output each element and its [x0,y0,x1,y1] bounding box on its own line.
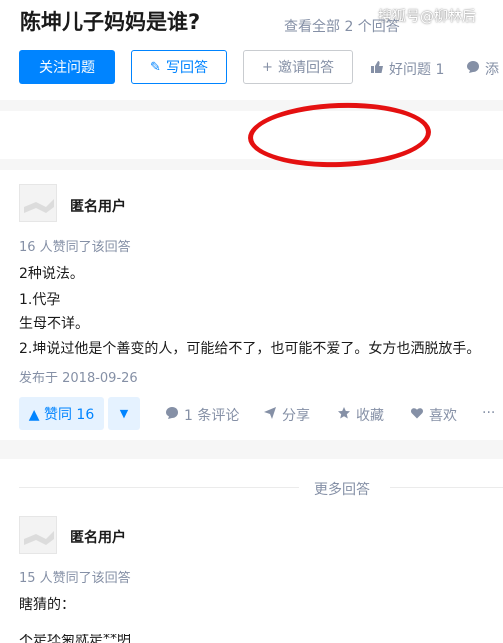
vote-count-text: 15 人赞同了该回答 [19,571,131,586]
more-answers-label: 更多回答 [314,482,370,498]
answer-text-line: 不是坯菊就是**明 [19,634,131,643]
divider [19,487,299,488]
share-label: 分享 [282,408,310,424]
vote-count-text: 16 人赞同了该回答 [19,240,131,255]
good-question-label: 好问题 1 [389,62,445,78]
upvote-button[interactable]: ▲ 赞同 16 [19,397,104,430]
write-answer-button[interactable]: ✎ 写回答 [131,50,227,84]
comment-question-button[interactable]: 添 [466,59,499,79]
question-header: 陈坤儿子妈妈是谁? 搜狐号@柳林后 关注问题 ✎ 写回答 + 邀请回答 好问题 … [0,0,503,100]
good-question-button[interactable]: 好问题 1 [370,59,444,79]
pencil-icon: ✎ [150,59,161,75]
star-icon [337,406,351,424]
heart-icon [410,406,424,424]
view-all-answers-link[interactable]: 查看全部 2 个回答 [284,16,400,36]
author-name[interactable]: 匿名用户 [70,196,126,216]
more-options-button[interactable]: ··· [482,405,495,421]
comment-icon [466,60,480,78]
like-label: 喜欢 [429,408,457,424]
avatar[interactable] [19,516,57,554]
divider [390,487,503,488]
thumbs-up-icon [370,60,384,78]
publish-date: 发布于 2018-09-26 [19,371,138,386]
follow-question-button[interactable]: 关注问题 [19,50,115,84]
answer-text-line: 2种说法。 [19,266,84,282]
comments-button[interactable]: 1 条评论 [165,405,239,425]
answer-text-line-partial: 不是坯菊就是**明 [19,634,159,643]
paper-plane-icon [263,406,277,424]
invite-answer-button[interactable]: + 邀请回答 [243,50,353,84]
answer-text-line: 瞎猜的： [19,597,75,613]
add-person-icon: + [262,59,273,75]
downvote-button[interactable]: ▼ [108,397,140,430]
question-title: 陈坤儿子妈妈是谁? [20,10,201,34]
comment-icon [165,406,179,424]
comments-label: 1 条评论 [184,408,240,424]
share-button[interactable]: 分享 [263,405,310,425]
invite-answer-label: 邀请回答 [277,60,334,76]
write-answer-label: 写回答 [165,60,208,76]
comment-question-label: 添 [485,62,499,78]
answer-text-line: 2.坤说过他是个善变的人，可能给不了，也可能不爱了。女方也洒脱放手。 [19,341,481,357]
answer-text-line: 生母不详。 [19,316,89,332]
answer-text-line: 1.代孕 [19,292,61,308]
avatar[interactable] [19,184,57,222]
author-name[interactable]: 匿名用户 [70,527,126,547]
like-button[interactable]: 喜欢 [410,405,457,425]
collect-label: 收藏 [356,408,384,424]
collect-button[interactable]: 收藏 [337,405,384,425]
